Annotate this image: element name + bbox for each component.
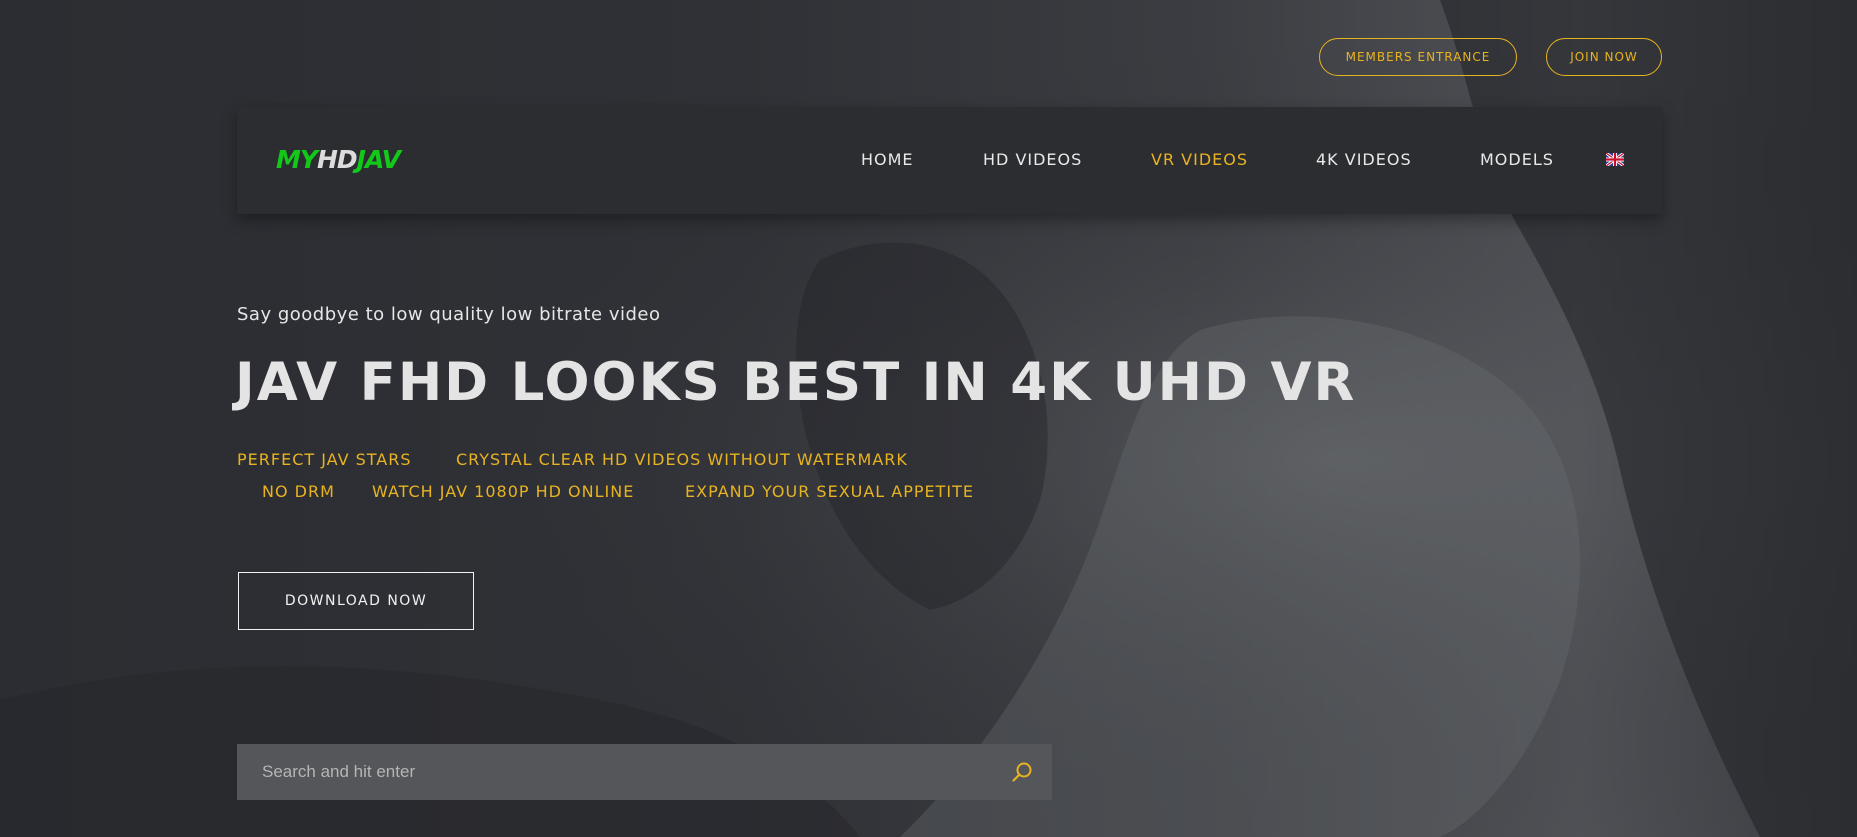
feature-item: EXPAND YOUR SEXUAL APPETITE <box>685 482 975 501</box>
hero-section: MEMBERS ENTRANCE JOIN NOW MYHDJAV HOME H… <box>0 0 1857 837</box>
uk-flag-icon[interactable] <box>1606 153 1624 166</box>
logo-part-jav: JAV <box>356 145 401 174</box>
feature-item: PERFECT JAV STARS <box>237 450 412 469</box>
hero-headline: JAV FHD LOOKS BEST IN 4K UHD VR <box>235 352 1357 413</box>
logo-part-hd: HD <box>316 145 358 174</box>
join-now-button[interactable]: JOIN NOW <box>1546 38 1662 76</box>
feature-item: WATCH JAV 1080P HD ONLINE <box>372 482 635 501</box>
search-icon[interactable] <box>1011 761 1033 783</box>
feature-item: NO DRM <box>262 482 335 501</box>
nav-item-hd-videos[interactable]: HD VIDEOS <box>983 150 1082 169</box>
feature-item: CRYSTAL CLEAR HD VIDEOS WITHOUT WATERMAR… <box>456 450 908 469</box>
members-entrance-button[interactable]: MEMBERS ENTRANCE <box>1319 38 1517 76</box>
search-input[interactable] <box>237 744 997 800</box>
site-logo[interactable]: MYHDJAV <box>276 145 401 174</box>
nav-item-models[interactable]: MODELS <box>1480 150 1554 169</box>
nav-item-vr-videos[interactable]: VR VIDEOS <box>1151 150 1248 169</box>
nav-item-home[interactable]: HOME <box>861 150 914 169</box>
nav-item-4k-videos[interactable]: 4K VIDEOS <box>1316 150 1412 169</box>
main-navbar: MYHDJAV HOME HD VIDEOS VR VIDEOS 4K VIDE… <box>237 107 1662 214</box>
logo-part-my: MY <box>276 145 318 174</box>
hero-tagline: Say goodbye to low quality low bitrate v… <box>237 304 661 325</box>
search-bar <box>237 744 1052 800</box>
download-now-button[interactable]: DOWNLOAD NOW <box>238 572 474 630</box>
